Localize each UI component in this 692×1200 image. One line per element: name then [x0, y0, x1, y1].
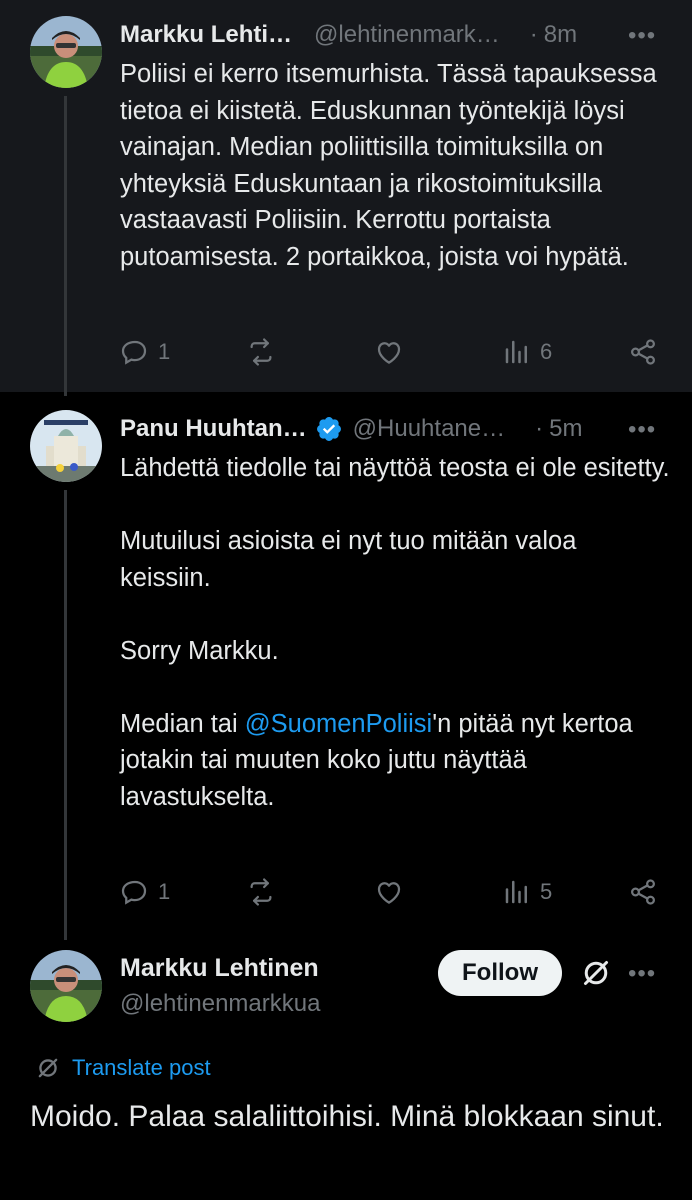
author-name[interactable]: Markku Lehti… — [120, 21, 292, 49]
more-icon[interactable]: ••• — [628, 416, 656, 444]
separator-dot: · — [535, 415, 544, 442]
like-button[interactable] — [374, 877, 404, 907]
views-count: 5 — [540, 879, 553, 904]
avatar[interactable] — [30, 950, 102, 1022]
thread-line — [64, 490, 67, 940]
retweet-button[interactable] — [246, 337, 276, 367]
tweet-paragraph: Poliisi ei kerro itsemurhista. Tässä tap… — [120, 60, 657, 271]
thread-line — [64, 96, 67, 396]
timestamp[interactable]: 8m — [544, 21, 577, 49]
mention-link[interactable]: @SuomenPoliisi — [245, 710, 432, 738]
retweet-icon — [250, 338, 272, 366]
reply-count: 1 — [158, 879, 171, 904]
views-icon — [505, 340, 527, 364]
share-icon — [630, 879, 656, 905]
translate-icon — [38, 1058, 58, 1078]
reply-button[interactable]: 1 — [120, 877, 170, 907]
tweet-actions: 1 5 — [120, 872, 660, 912]
share-button[interactable] — [628, 877, 658, 907]
follow-button[interactable]: Follow — [438, 950, 562, 996]
views-button[interactable]: 5 — [502, 877, 552, 907]
like-icon — [377, 882, 401, 904]
avatar[interactable] — [30, 410, 102, 482]
translate-post-link[interactable]: Translate post — [34, 1054, 211, 1082]
share-icon — [630, 339, 656, 365]
tweet-text: Poliisi ei kerro itsemurhista. Tässä tap… — [120, 56, 670, 275]
reply-icon — [121, 340, 147, 365]
views-button[interactable]: 6 — [502, 337, 552, 367]
grok-icon[interactable] — [578, 955, 614, 991]
reply-count: 1 — [158, 339, 171, 364]
timestamp[interactable]: 5m — [549, 415, 582, 443]
tweet-paragraph: Sorry Markku. — [120, 636, 279, 665]
retweet-button[interactable] — [246, 877, 276, 907]
reply-button[interactable]: 1 — [120, 337, 170, 367]
tweet-header: Panu Huuhtan… @Huuhtane… · 5m — [120, 414, 582, 444]
avatar[interactable] — [30, 16, 102, 88]
tweet-actions: 1 6 — [120, 332, 660, 372]
separator-dot: · — [529, 21, 538, 48]
text-segment: Median tai — [120, 709, 245, 738]
tweet-paragraph: Lähdettä tiedolle tai näyttöä teosta ei … — [120, 454, 670, 482]
post-text: Moido. Palaa salaliittoihisi. Minä blokk… — [30, 1100, 664, 1133]
verified-badge-icon — [315, 415, 343, 443]
tweet-paragraph: Mutuilusi asioista ei nyt tuo mitään val… — [120, 527, 577, 592]
tweet-text: Lähdettä tiedolle tai näyttöä teosta ei … — [120, 450, 670, 815]
author-name[interactable]: Panu Huuhtan… — [120, 415, 307, 443]
like-button[interactable] — [374, 337, 404, 367]
tweet-header: Markku Lehti… @lehtinenmark… · 8m — [120, 20, 577, 50]
reply-icon — [121, 880, 147, 905]
translate-label: Translate post — [72, 1055, 211, 1080]
views-icon — [505, 880, 527, 904]
views-count: 6 — [540, 339, 553, 364]
tweet-paragraph: Median tai @SuomenPoliisi'n pitää nyt ke… — [120, 706, 670, 816]
retweet-icon — [250, 878, 272, 906]
author-handle[interactable]: @lehtinenmarkkua — [120, 990, 320, 1018]
more-icon[interactable]: ••• — [628, 960, 656, 988]
more-icon[interactable]: ••• — [628, 22, 656, 50]
share-button[interactable] — [628, 337, 658, 367]
author-handle[interactable]: @Huuhtane… — [353, 415, 505, 443]
like-icon — [377, 342, 401, 364]
author-handle[interactable]: @lehtinenmark… — [314, 21, 500, 49]
author-name[interactable]: Markku Lehtinen — [120, 954, 319, 983]
